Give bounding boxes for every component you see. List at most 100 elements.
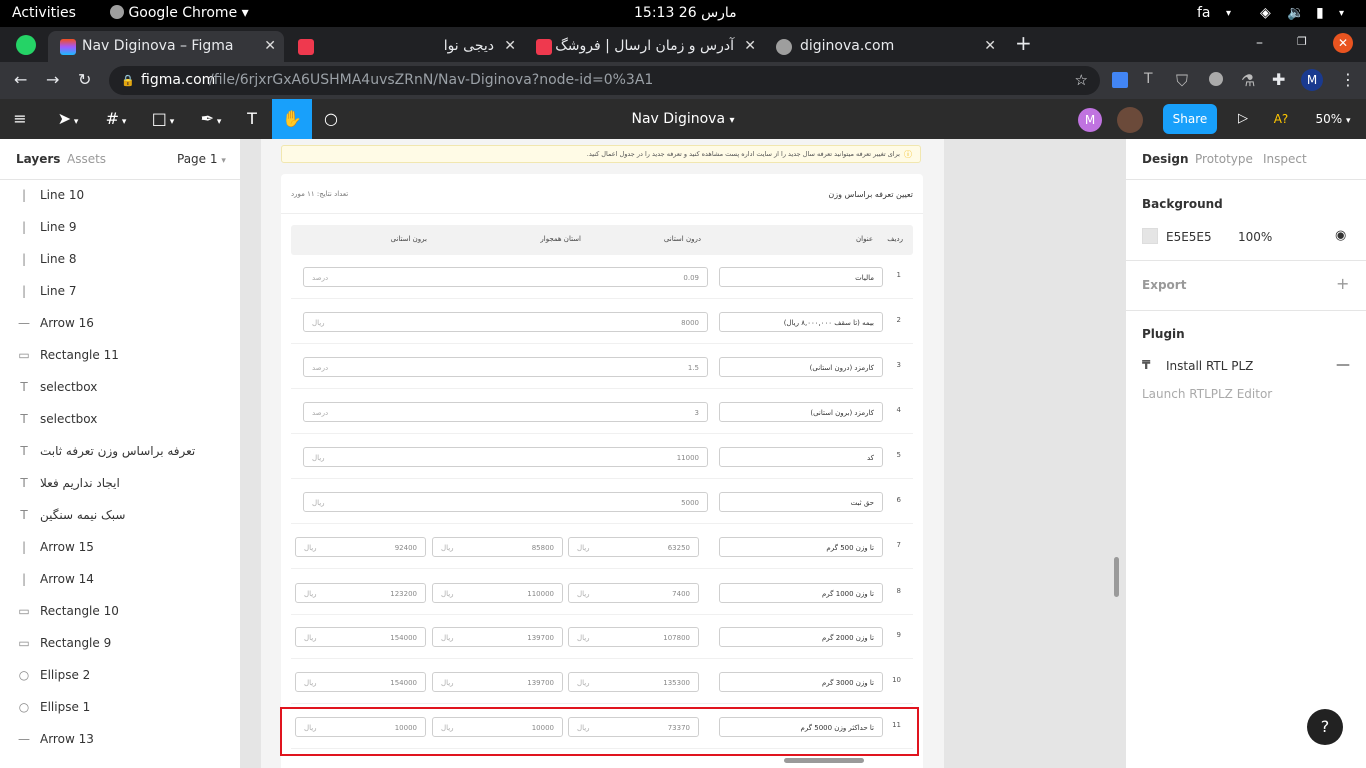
row-title-field[interactable]: تا وزن 1000 گرم [719,583,883,603]
value-input[interactable]: 123200 ریال [295,583,426,603]
background-hex[interactable]: E5E5E5 [1166,230,1212,244]
value-input[interactable]: 7400 ریال [568,583,699,603]
eye-icon[interactable]: ◉ [1335,228,1346,243]
row-title-field[interactable]: حق ثبت [719,492,883,512]
tab-inspect[interactable]: Inspect [1263,152,1307,166]
row-title-field[interactable]: کارمزد (برون استانی) [719,402,883,422]
plugin-name[interactable]: Install RTL PLZ [1166,359,1253,373]
tab-diginova[interactable]: دیجی نوا ✕ [288,31,524,62]
tab-shipping[interactable]: آدرس و زمان ارسال | فروشگ ✕ [528,31,764,62]
layer-item[interactable]: T سبک نیمه سنگین [0,499,240,531]
forward-icon[interactable]: → [46,70,59,89]
page-selector[interactable]: Page 1 ▾ [177,152,226,166]
layer-item[interactable]: ▭ Rectangle 10 [0,595,240,627]
tab-assets[interactable]: Assets [67,152,106,166]
canvas[interactable]: ⓘ برای تغییر تعرفه میتوانید تعرفه سال جد… [241,139,1125,768]
layer-item[interactable]: | Line 9 [0,211,240,243]
frame-tool-icon[interactable]: # ▾ [98,99,134,139]
row-title-field[interactable]: کد [719,447,883,467]
help-button[interactable]: ? [1307,709,1343,745]
value-input[interactable]: 139700 ریال [432,672,563,692]
app-menu[interactable]: Google Chrome ▾ [110,0,249,27]
close-icon[interactable]: ✕ [744,31,756,62]
present-play-icon[interactable]: ▷ [1232,99,1254,139]
value-input[interactable]: 92400 ریال [295,537,426,557]
value-input[interactable]: 85800 ریال [432,537,563,557]
layer-item[interactable]: ▭ Rectangle 11 [0,339,240,371]
tab-diginova-com[interactable]: diginova.com ✕ [768,31,1004,62]
tab-prototype[interactable]: Prototype [1195,152,1253,166]
user-avatar[interactable] [1117,107,1143,133]
value-input[interactable]: 11000 ریال [303,447,708,467]
back-icon[interactable]: ← [14,70,27,89]
layer-item[interactable]: | Line 7 [0,275,240,307]
keyboard-language[interactable]: fa [1197,0,1211,27]
bookmark-star-icon[interactable]: ☆ [1075,66,1088,95]
layer-item[interactable]: T ایجاد نداریم فعلا [0,467,240,499]
value-input[interactable]: 139700 ریال [432,627,563,647]
reload-icon[interactable]: ↻ [78,70,91,89]
kebab-menu-icon[interactable]: ⋮ [1340,70,1356,89]
volume-icon[interactable]: 🔉 [1287,0,1304,27]
close-icon[interactable]: ✕ [984,31,996,62]
row-title-field[interactable]: تا وزن 2000 گرم [719,627,883,647]
new-tab-icon[interactable]: + [1015,31,1032,55]
row-title-field[interactable]: مالیات [719,267,883,287]
system-menu-caret-icon[interactable]: ▾ [1339,0,1344,27]
close-icon[interactable]: ✕ [264,31,276,62]
layer-item[interactable]: ○ Ellipse 1 [0,691,240,723]
add-export-icon[interactable]: + [1336,274,1349,293]
row-title-field[interactable]: تا وزن 3000 گرم [719,672,883,692]
row-title-field[interactable]: تا وزن 500 گرم [719,537,883,557]
layer-item[interactable]: ○ Ellipse 2 [0,659,240,691]
close-icon[interactable]: ✕ [504,31,516,62]
move-tool-icon[interactable]: ➤ ▾ [50,99,86,139]
accessibility-badge[interactable]: A? [1268,99,1294,139]
rectangle-tool-icon[interactable]: □ ▾ [145,99,181,139]
layer-item[interactable]: | Arrow 15 [0,531,240,563]
design-frame[interactable]: ⓘ برای تغییر تعرفه میتوانید تعرفه سال جد… [261,139,944,768]
layer-item[interactable]: ▭ Rectangle 9 [0,627,240,659]
profile-avatar[interactable]: M [1301,69,1323,91]
battery-icon[interactable]: ▮ [1316,0,1324,27]
row-title-field[interactable]: بیمه (تا سقف ۸,۰۰۰,۰۰۰ ریال) [719,312,883,332]
whatsapp-icon[interactable] [16,35,36,55]
layer-item[interactable]: | Line 8 [0,243,240,275]
layer-item[interactable]: | Line 10 [0,179,240,211]
tab-figma[interactable]: Nav Diginova – Figma ✕ [48,31,284,62]
activities-button[interactable]: Activities [12,0,76,27]
layer-item[interactable]: Tselectbox [0,371,240,403]
layer-item[interactable]: T تعرفه براساس وزن تعرفه ثابت [0,435,240,467]
text-tool-icon[interactable]: T [240,99,264,139]
layer-item[interactable]: | Arrow 14 [0,563,240,595]
value-input[interactable]: 3 درصد [303,402,708,422]
tab-design[interactable]: Design [1142,152,1189,166]
hamburger-menu-icon[interactable]: ≡ [8,99,32,139]
puzzle-icon[interactable]: ✚ [1272,70,1285,89]
network-icon[interactable]: ◈ [1260,0,1271,27]
background-opacity[interactable]: 100% [1238,230,1272,244]
maximize-icon[interactable]: ❐ [1297,35,1307,48]
address-bar[interactable]: 🔒 figma.com /file/6rjxrGxA6USHMA4uvsZRnN… [109,66,1100,95]
translate-icon[interactable] [1112,72,1128,88]
zoom-level[interactable]: 50% ▾ [1308,99,1358,139]
minimize-icon[interactable]: – [1256,35,1263,51]
remove-plugin-icon[interactable]: — [1336,357,1350,373]
layer-item[interactable]: — Arrow 13 [0,723,240,755]
value-input[interactable]: 135300 ریال [568,672,699,692]
vertical-scrollbar[interactable] [1114,557,1119,597]
plugin-action[interactable]: Launch RTLPLZ Editor [1142,387,1272,401]
file-title[interactable]: Nav Diginova ▾ [560,99,806,139]
close-window-icon[interactable]: ✕ [1333,33,1353,53]
horizontal-scrollbar[interactable] [784,758,864,763]
value-input[interactable]: 154000 ریال [295,627,426,647]
shield-icon[interactable]: ⛉ [1176,71,1188,91]
value-input[interactable]: 5000 ریال [303,492,708,512]
tab-layers[interactable]: Layers [16,152,60,166]
value-input[interactable]: 1.5 درصد [303,357,708,377]
extension-icon[interactable] [1209,72,1223,86]
value-input[interactable]: 0.09 درصد [303,267,708,287]
pen-tool-icon[interactable]: ✒ ▾ [193,99,229,139]
comment-tool-icon[interactable]: ○ [318,99,344,139]
extension-flask-icon[interactable]: ⚗ [1241,71,1255,90]
